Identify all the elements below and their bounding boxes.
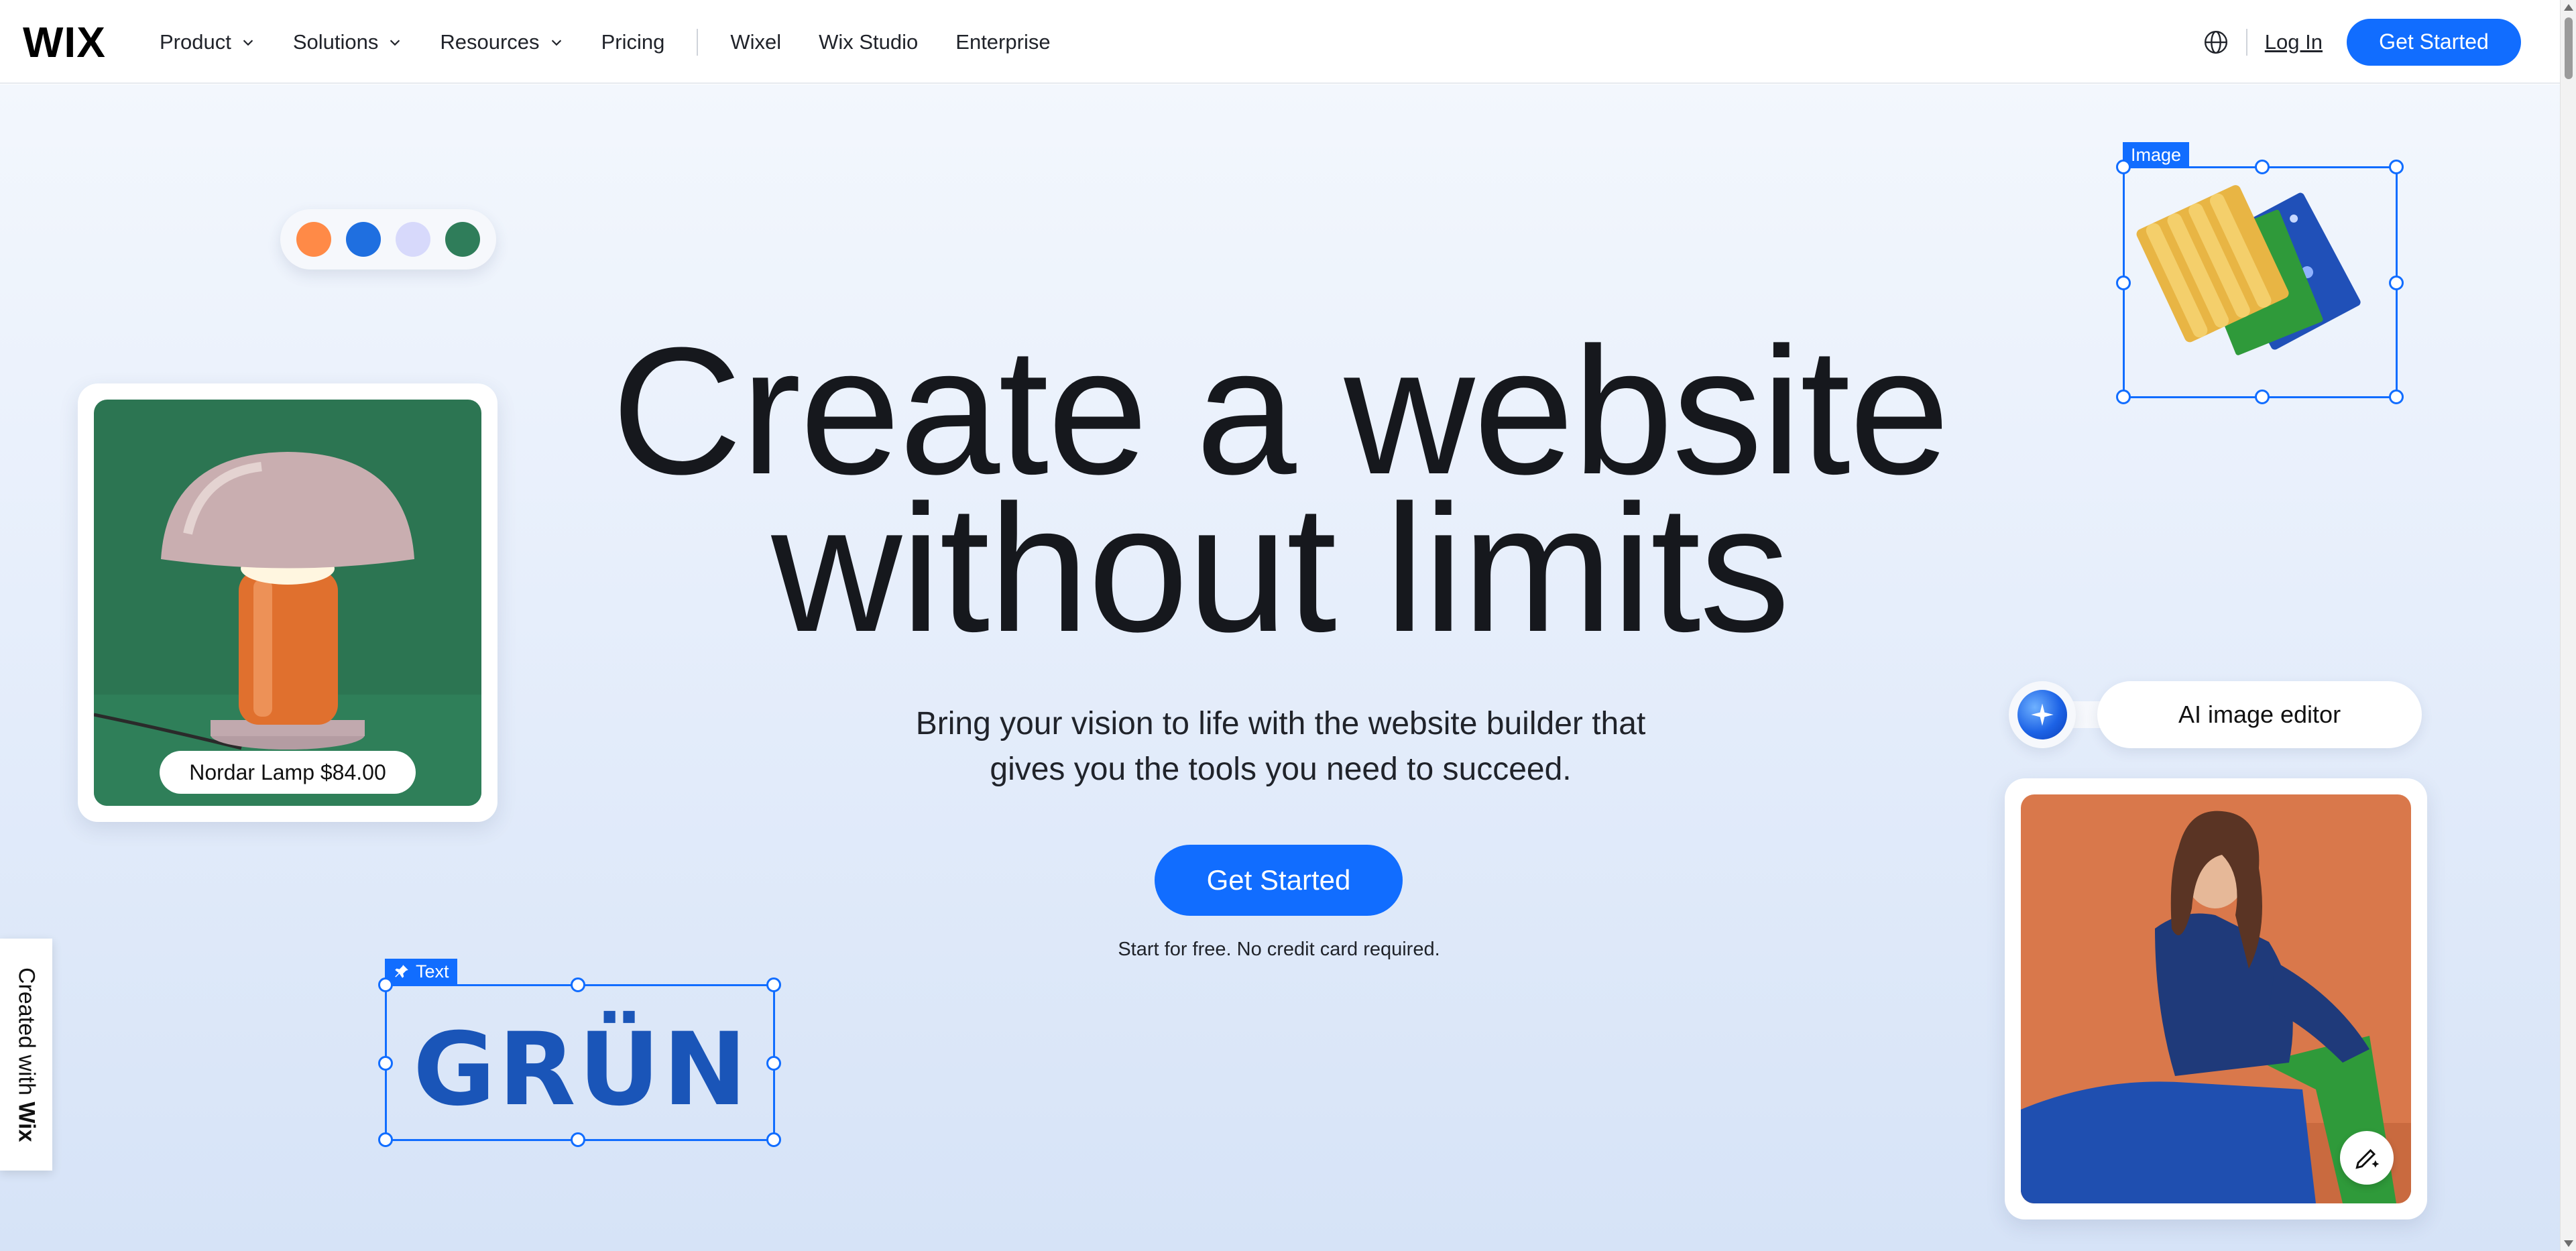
nav-item-label: Solutions [292, 29, 379, 54]
scroll-up-arrow-icon[interactable] [2564, 4, 2573, 11]
hero-headline: Create a website without limits [0, 310, 2560, 670]
top-navbar: WIX Product Solutions Resources Pricing … [0, 0, 2560, 84]
resize-handle[interactable] [2389, 276, 2404, 290]
subhead-line-1: Bring your vision to life with the websi… [915, 706, 1646, 741]
color-swatch-lavender[interactable] [396, 222, 430, 257]
color-swatch-orange[interactable] [296, 222, 331, 257]
headline-line-2: without limits [771, 468, 1790, 670]
created-with-brand: Wix [13, 1101, 40, 1142]
ai-edit-button[interactable] [2340, 1131, 2394, 1185]
nav-item-wix-studio[interactable]: Wix Studio [819, 30, 918, 54]
nav-item-label: Resources [440, 29, 540, 54]
resize-handle[interactable] [766, 1056, 781, 1071]
nav-item-label: Wixel [730, 29, 782, 54]
text-selection-box[interactable]: GRÜN [378, 977, 781, 1147]
nav-item-label: Product [160, 29, 231, 54]
created-with-label: Created with Wix [13, 967, 40, 1142]
resize-handle[interactable] [766, 977, 781, 992]
resize-handle[interactable] [378, 977, 393, 992]
wix-logo[interactable]: WIX [23, 18, 106, 66]
nav-item-resources[interactable]: Resources [440, 30, 563, 54]
color-swatch-green[interactable] [445, 222, 480, 257]
get-started-hero-button[interactable]: Get Started [1155, 845, 1403, 916]
portrait-image [2021, 794, 2411, 1203]
ai-editor-label: AI image editor [2178, 701, 2341, 728]
headline-line-1: Create a website [611, 310, 1950, 512]
nav-item-wixel[interactable]: Wixel [730, 30, 781, 54]
chevron-down-icon [243, 39, 253, 46]
page-scrollbar[interactable] [2560, 0, 2576, 1251]
nav-item-solutions[interactable]: Solutions [293, 30, 403, 54]
nav-actions: Log In Get Started [2203, 0, 2521, 84]
resize-handle[interactable] [2116, 160, 2131, 174]
subhead-line-2: gives you the tools you need to succeed. [990, 752, 1572, 787]
hero-section: Nordar Lamp $84.00 Image Create a websit… [0, 84, 2560, 1251]
image-widget-label-text: Image [2131, 145, 2182, 165]
nav-item-label: Wix Studio [819, 29, 919, 54]
color-swatch-blue[interactable] [346, 222, 381, 257]
product-price-tag: Nordar Lamp $84.00 [160, 751, 416, 794]
nav-item-label: Pricing [601, 29, 665, 54]
created-with-wix-tab[interactable]: Created with Wix [0, 939, 52, 1171]
hero-subheading: Bring your vision to life with the websi… [838, 701, 1723, 792]
nav-item-pricing[interactable]: Pricing [601, 30, 665, 54]
nav-divider [697, 28, 699, 56]
text-widget-label: Text [385, 959, 457, 984]
nav-item-product[interactable]: Product [160, 30, 255, 54]
scroll-down-arrow-icon[interactable] [2564, 1240, 2573, 1247]
created-with-prefix: Created with [13, 967, 40, 1102]
chevron-down-icon [390, 39, 400, 46]
main-nav: Product Solutions Resources Pricing Wixe… [160, 0, 1088, 84]
resize-handle[interactable] [571, 1132, 585, 1147]
portrait-card [2005, 778, 2427, 1219]
magic-pen-icon [2355, 1148, 2380, 1169]
get-started-nav-button[interactable]: Get Started [2347, 18, 2521, 66]
resize-handle[interactable] [378, 1056, 393, 1071]
resize-handle[interactable] [2116, 276, 2131, 290]
nav-item-label: Enterprise [955, 29, 1051, 54]
ai-image-editor-pill[interactable]: AI image editor [2097, 681, 2422, 748]
globe-icon[interactable] [2203, 29, 2229, 55]
ai-icon-button[interactable] [2009, 681, 2076, 748]
resize-handle[interactable] [2255, 160, 2270, 174]
resize-handle[interactable] [378, 1132, 393, 1147]
color-palette-pill [280, 209, 496, 270]
pin-icon [395, 965, 408, 978]
nav-item-enterprise[interactable]: Enterprise [955, 30, 1050, 54]
resize-handle[interactable] [766, 1132, 781, 1147]
text-widget-label-text: Text [416, 961, 449, 981]
hero-note: Start for free. No credit card required. [1118, 939, 1440, 960]
nav-divider [2245, 28, 2247, 56]
chevron-down-icon [551, 39, 561, 46]
image-widget-label: Image [2123, 142, 2190, 168]
grun-logo-text: GRÜN [413, 1012, 750, 1128]
resize-handle[interactable] [2389, 160, 2404, 174]
login-link[interactable]: Log In [2265, 30, 2323, 54]
sparkle-icon [2017, 690, 2067, 739]
resize-handle[interactable] [571, 977, 585, 992]
scrollbar-thumb[interactable] [2565, 17, 2573, 79]
logo-text: WIX [23, 18, 106, 66]
